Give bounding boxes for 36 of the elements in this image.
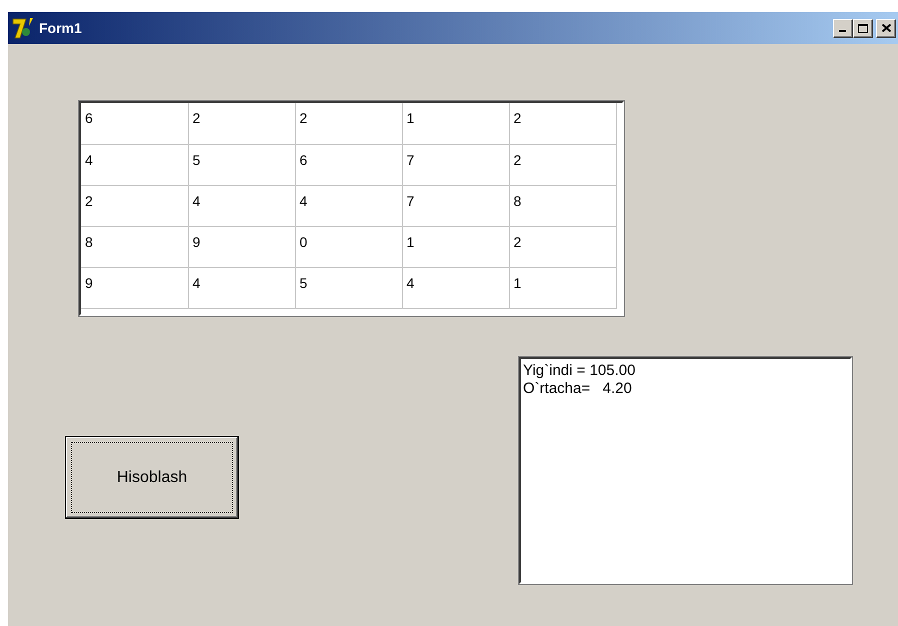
grid-cell[interactable]: 2 bbox=[509, 144, 616, 185]
grid-cell[interactable]: 1 bbox=[402, 226, 509, 267]
grid-cell[interactable]: 5 bbox=[188, 144, 295, 185]
grid-cell[interactable]: 2 bbox=[509, 226, 616, 267]
grid-cell[interactable]: 8 bbox=[81, 226, 188, 267]
grid-cell[interactable]: 4 bbox=[295, 185, 402, 226]
grid-cell[interactable]: 9 bbox=[188, 226, 295, 267]
grid-cell[interactable]: 9 bbox=[81, 267, 188, 308]
grid-cell[interactable]: 6 bbox=[295, 144, 402, 185]
close-button[interactable] bbox=[876, 18, 896, 38]
minimize-button[interactable] bbox=[833, 18, 853, 38]
grid-cell[interactable]: 7 bbox=[402, 144, 509, 185]
grid-cell[interactable]: 2 bbox=[295, 103, 402, 144]
maximize-button[interactable] bbox=[853, 18, 873, 38]
memo-line: O`rtacha= 4.20 bbox=[523, 380, 633, 398]
grid-cell[interactable]: 6 bbox=[81, 103, 188, 144]
grid-cell[interactable]: 1 bbox=[402, 103, 509, 144]
grid-cell[interactable]: 4 bbox=[402, 267, 509, 308]
grid-cell[interactable]: 8 bbox=[509, 185, 616, 226]
grid-cell[interactable]: 2 bbox=[188, 103, 295, 144]
grid-cell[interactable]: 0 bbox=[295, 226, 402, 267]
grid-cell[interactable]: 4 bbox=[81, 144, 188, 185]
grid-cell[interactable]: 1 bbox=[509, 267, 616, 308]
window-title: Form1 bbox=[39, 20, 83, 36]
calculate-button[interactable]: Hisoblash bbox=[65, 436, 239, 519]
grid-cell[interactable]: 5 bbox=[295, 267, 402, 308]
app-icon bbox=[12, 17, 36, 39]
output-memo[interactable]: Yig`indi = 105.00 O`rtacha= 4.20 bbox=[523, 362, 848, 398]
grid-cell[interactable]: 2 bbox=[509, 103, 616, 144]
grid-cell[interactable]: 4 bbox=[188, 267, 295, 308]
memo-line: Yig`indi = 105.00 bbox=[523, 362, 636, 380]
maximize-icon bbox=[858, 24, 868, 32]
grid-cell[interactable]: 2 bbox=[81, 185, 188, 226]
grid-cell[interactable]: 7 bbox=[402, 185, 509, 226]
close-icon bbox=[882, 24, 890, 32]
grid-cell[interactable]: 4 bbox=[188, 185, 295, 226]
